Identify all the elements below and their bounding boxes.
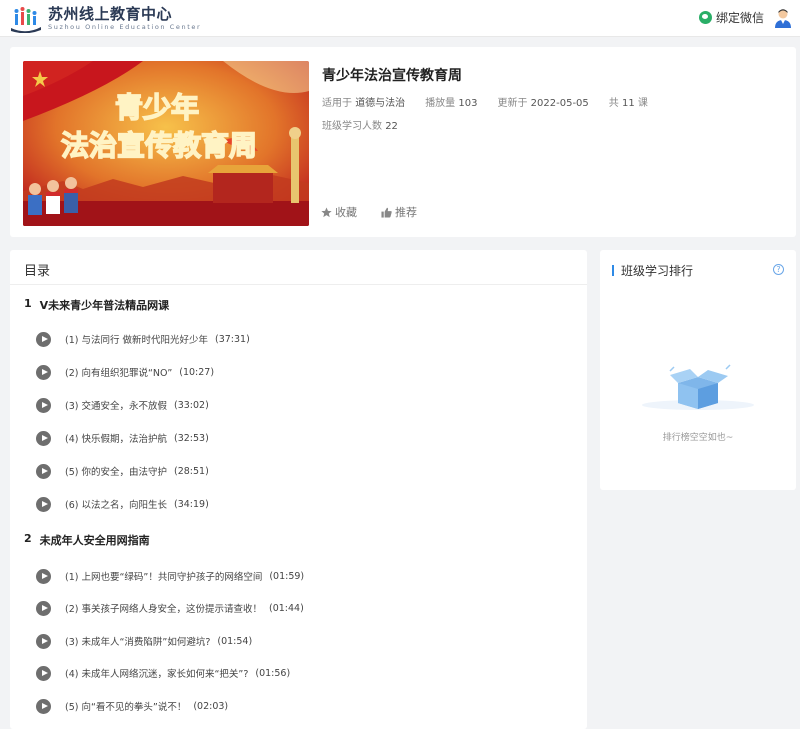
learners-label: 班级学习人数 xyxy=(322,121,382,132)
user-avatar[interactable] xyxy=(774,8,792,28)
play-icon xyxy=(36,463,51,479)
top-header: 苏州线上教育中心 Suzhou Online Education Center … xyxy=(0,0,800,37)
play-icon xyxy=(36,600,51,616)
lesson-count: 11 xyxy=(621,98,635,109)
chapter-heading[interactable]: 2 未成年人安全用网指南 xyxy=(24,532,150,548)
learners-row: 班级学习人数 22 xyxy=(322,117,398,132)
favorite-button[interactable]: 收藏 xyxy=(321,204,357,220)
plays-label: 播放量 xyxy=(425,98,456,109)
lesson-duration: (33:02) xyxy=(173,399,209,411)
ranking-empty-text: 排行榜空空如也~ xyxy=(662,433,734,443)
lesson-item[interactable]: (5) 你的安全，由法守护 (28:51) xyxy=(36,459,576,483)
lesson-duration: (01:56) xyxy=(255,667,291,679)
lesson-item[interactable]: (6) 以法之名，向阳生长 (34:19) xyxy=(36,492,576,516)
subject-label: 适用于 xyxy=(322,98,352,109)
favorite-label: 收藏 xyxy=(335,206,357,219)
play-icon xyxy=(36,496,51,512)
lesson-title: (2) 事关孩子网络人身安全，这份提示请查收！ xyxy=(65,604,262,615)
play-icon xyxy=(36,568,51,584)
lesson-duration: (01:44) xyxy=(268,602,304,614)
lesson-item[interactable]: (2) 向有组织犯罪说“NO” (10:27) xyxy=(36,360,576,384)
bind-wechat-label: 绑定微信 xyxy=(715,11,764,25)
site-logo[interactable]: 苏州线上教育中心 Suzhou Online Education Center xyxy=(9,4,201,33)
cover-artwork: 青少年 法治宣传教育周 xyxy=(23,61,309,226)
lesson-title: (2) 向有组织犯罪说“NO” xyxy=(65,368,173,379)
play-icon xyxy=(36,364,51,380)
chapter-heading[interactable]: 1 V未来青少年普法精品网课 xyxy=(24,297,169,313)
lesson-item[interactable]: (1) 与法同行 做新时代阳光好少年 (37:31) xyxy=(36,327,576,351)
lesson-item[interactable]: (3) 未成年人“消费陷阱”如何避坑? (01:54) xyxy=(36,629,576,653)
class-ranking-panel: 班级学习排行 ? 排行榜空空如也~ xyxy=(600,250,796,490)
chapter-number: 2 xyxy=(24,532,32,545)
chapter-title: V未来青少年普法精品网课 xyxy=(39,299,170,312)
play-icon xyxy=(36,698,51,714)
catalog-title: 目录 xyxy=(24,264,51,279)
cover-title-line1: 青少年 xyxy=(115,91,199,124)
help-icon[interactable]: ? xyxy=(773,264,784,275)
course-info-card: 青少年 法治宣传教育周 青少年法治宣传教育周 适用于 道德与法治 播放量 103… xyxy=(10,47,796,237)
lesson-title: (5) 向“看不见的拳头”说不！ xyxy=(65,702,187,713)
recommend-label: 推荐 xyxy=(395,206,417,219)
course-actions: 收藏 推荐 xyxy=(321,204,441,220)
lesson-duration: (37:31) xyxy=(215,333,250,345)
star-icon xyxy=(321,206,332,217)
course-title: 青少年法治宣传教育周 xyxy=(322,68,462,84)
course-cover-image[interactable]: 青少年 法治宣传教育周 xyxy=(23,61,309,226)
logo-people-icon xyxy=(11,6,41,33)
lesson-item[interactable]: (4) 未成年人网络沉迷，家长如何来“把关”? (01:56) xyxy=(36,661,576,685)
updated-value: 2022-05-05 xyxy=(530,98,589,109)
lesson-item[interactable]: (5) 向“看不见的拳头”说不！ (02:03) xyxy=(36,694,576,718)
ranking-title: 班级学习排行 xyxy=(612,262,693,279)
logo-title-cn: 苏州线上教育中心 xyxy=(48,5,173,23)
count-suffix: 课 xyxy=(637,98,648,109)
chapter-title: 未成年人安全用网指南 xyxy=(39,534,150,547)
lesson-duration: (02:03) xyxy=(193,700,229,712)
lesson-title: (1) 与法同行 做新时代阳光好少年 xyxy=(65,335,208,346)
play-icon xyxy=(36,397,51,413)
thumbs-up-icon xyxy=(381,207,392,218)
play-icon xyxy=(36,331,51,347)
course-meta-row: 适用于 道德与法治 播放量 103 更新于 2022-05-05 共 11 课 xyxy=(322,94,668,109)
catalog-divider xyxy=(10,284,587,285)
lesson-title: (3) 交通安全，永不放假 xyxy=(65,401,167,412)
lesson-title: (6) 以法之名，向阳生长 xyxy=(65,500,167,511)
lesson-title: (5) 你的安全，由法守护 xyxy=(65,467,167,478)
updated-label: 更新于 xyxy=(497,98,528,109)
bind-wechat-button[interactable]: 绑定微信 xyxy=(698,9,764,26)
lesson-title: (4) 未成年人网络沉迷，家长如何来“把关”? xyxy=(65,669,249,680)
wechat-icon xyxy=(698,11,712,24)
cover-title-line2: 法治宣传教育周 xyxy=(61,129,257,162)
play-icon xyxy=(36,633,51,649)
play-icon xyxy=(36,665,51,681)
lesson-duration: (01:54) xyxy=(217,635,253,647)
logo-title-en: Suzhou Online Education Center xyxy=(48,23,202,31)
lesson-title: (3) 未成年人“消费陷阱”如何避坑? xyxy=(65,637,211,648)
learners-value: 22 xyxy=(385,121,398,132)
lesson-item[interactable]: (1) 上网也要“绿码”！共同守护孩子的网络空间 (01:59) xyxy=(36,564,576,588)
lesson-duration: (10:27) xyxy=(179,366,215,378)
title-accent-bar xyxy=(612,265,614,276)
lesson-title: (4) 快乐假期，法治护航 xyxy=(65,434,167,445)
empty-box-icon xyxy=(642,364,754,410)
lesson-duration: (32:53) xyxy=(173,432,209,444)
recommend-button[interactable]: 推荐 xyxy=(381,204,417,220)
play-icon xyxy=(36,430,51,446)
lesson-duration: (01:59) xyxy=(269,570,305,582)
plays-value: 103 xyxy=(458,98,478,109)
lesson-duration: (28:51) xyxy=(173,465,209,477)
lesson-item[interactable]: (2) 事关孩子网络人身安全，这份提示请查收！ (01:44) xyxy=(36,596,576,620)
lesson-item[interactable]: (3) 交通安全，永不放假 (33:02) xyxy=(36,393,576,417)
lesson-duration: (34:19) xyxy=(173,498,209,510)
lesson-title: (1) 上网也要“绿码”！共同守护孩子的网络空间 xyxy=(65,572,263,583)
catalog-panel: 目录 1 V未来青少年普法精品网课 (1) 与法同行 做新时代阳光好少年 (37… xyxy=(10,250,587,729)
subject-value: 道德与法治 xyxy=(355,98,406,109)
ranking-title-label: 班级学习排行 xyxy=(621,264,694,278)
chapter-number: 1 xyxy=(24,297,32,310)
lesson-item[interactable]: (4) 快乐假期，法治护航 (32:53) xyxy=(36,426,576,450)
count-prefix: 共 xyxy=(608,98,619,109)
